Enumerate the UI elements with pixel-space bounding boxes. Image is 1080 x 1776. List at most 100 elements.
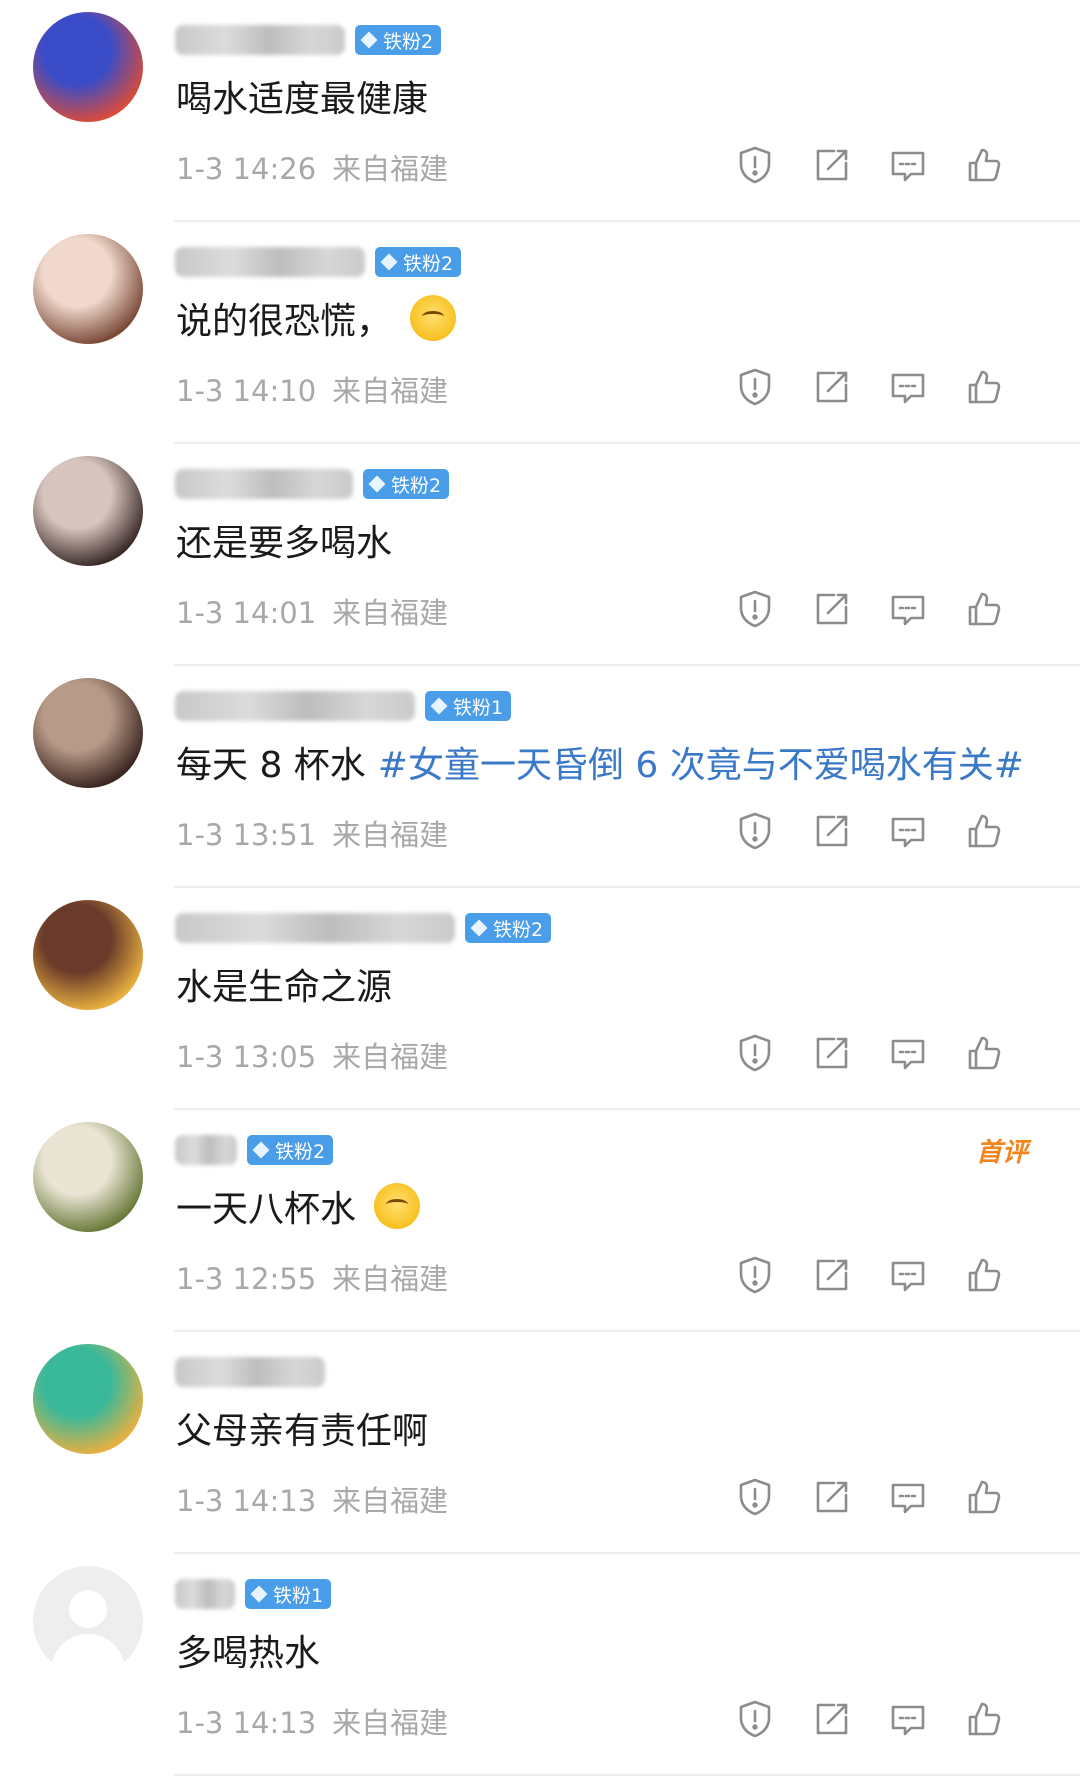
avatar[interactable] [33, 900, 143, 1010]
username-blurred[interactable] [175, 247, 365, 277]
avatar[interactable] [33, 234, 143, 344]
comment-body: 水是生命之源 [176, 967, 393, 1008]
username-blurred[interactable] [175, 913, 455, 943]
reply-icon[interactable] [888, 145, 928, 185]
comment-item: 铁粉2 水是生命之源 1-3 13:05 来自福建 [0, 888, 1080, 1110]
username-blurred[interactable] [175, 691, 415, 721]
username-blurred[interactable] [175, 1579, 235, 1609]
comment-actions [735, 589, 1035, 633]
fan-badge: 铁粉2 [375, 247, 462, 277]
fan-badge: 铁粉2 [247, 1135, 334, 1165]
share-icon[interactable] [812, 1699, 852, 1739]
report-icon[interactable] [735, 1699, 775, 1739]
comment-actions [735, 1033, 1035, 1077]
name-row: 铁粉2 [175, 1132, 334, 1168]
avatar-default[interactable] [33, 1566, 143, 1676]
person-body-icon [51, 1634, 125, 1676]
report-icon[interactable] [735, 145, 775, 185]
report-icon[interactable] [735, 589, 775, 629]
report-icon[interactable] [735, 1033, 775, 1073]
comment-body: 父母亲有责任啊 [176, 1411, 429, 1452]
like-icon[interactable] [964, 1255, 1004, 1295]
name-row: 铁粉2 [175, 244, 462, 280]
comment-meta: 1-3 14:26 来自福建 [176, 146, 448, 188]
share-icon[interactable] [812, 811, 852, 851]
comment-list: 铁粉2 喝水适度最健康 1-3 14:26 来自福建 铁粉2 说的很恐慌， 1-3… [0, 0, 1080, 1776]
reply-icon[interactable] [888, 811, 928, 851]
username-blurred[interactable] [175, 1357, 325, 1387]
comment-item: 铁粉1 多喝热水 1-3 14:13 来自福建 [0, 1554, 1080, 1776]
report-icon[interactable] [735, 811, 775, 851]
comment-time: 1-3 13:51 [176, 818, 317, 852]
comment-item: 铁粉2 首评 一天八杯水 1-3 12:55 来自福建 [0, 1110, 1080, 1332]
like-icon[interactable] [964, 1033, 1004, 1073]
share-icon[interactable] [812, 145, 852, 185]
comment-actions [735, 145, 1035, 189]
name-row: 铁粉1 [175, 1576, 332, 1612]
comment-meta: 1-3 12:55 来自福建 [176, 1256, 448, 1298]
diamond-icon [380, 253, 398, 271]
share-icon[interactable] [812, 589, 852, 629]
comment-text: 说的很恐慌， [176, 292, 457, 344]
share-icon[interactable] [812, 1477, 852, 1517]
comment-body: 每天 8 杯水 [176, 745, 366, 786]
avatar[interactable] [33, 1344, 143, 1454]
report-icon[interactable] [735, 1255, 775, 1295]
share-icon[interactable] [812, 367, 852, 407]
comment-text: 每天 8 杯水 #女童一天昏倒 6 次竟与不爱喝水有关# [176, 736, 1024, 788]
topic-link[interactable]: #女童一天昏倒 6 次竟与不爱喝水有关# [378, 736, 1024, 788]
reply-icon[interactable] [888, 1255, 928, 1295]
comment-meta: 1-3 13:05 来自福建 [176, 1034, 448, 1076]
like-icon[interactable] [964, 367, 1004, 407]
reply-icon[interactable] [888, 1477, 928, 1517]
comment-actions [735, 811, 1035, 855]
diamond-icon [368, 475, 386, 493]
comment-actions [735, 1255, 1035, 1299]
first-comment-badge: 首评 [975, 1138, 1028, 1168]
comment-item: 铁粉2 喝水适度最健康 1-3 14:26 来自福建 [0, 0, 1080, 222]
comment-text: 喝水适度最健康 [176, 70, 428, 122]
comment-body: 说的很恐慌， [176, 301, 393, 342]
report-icon[interactable] [735, 1477, 775, 1517]
comment-location: 来自福建 [332, 1262, 449, 1296]
report-icon[interactable] [735, 367, 775, 407]
comment-item: 父母亲有责任啊 1-3 14:13 来自福建 [0, 1332, 1080, 1554]
avatar[interactable] [33, 1122, 143, 1232]
comment-meta: 1-3 14:13 来自福建 [176, 1478, 448, 1520]
like-icon[interactable] [964, 1477, 1004, 1517]
fan-badge: 铁粉2 [465, 913, 552, 943]
avatar[interactable] [33, 456, 143, 566]
diamond-icon [360, 31, 378, 49]
comment-actions [735, 1699, 1035, 1743]
reply-icon[interactable] [888, 367, 928, 407]
comment-actions [735, 1477, 1035, 1521]
reply-icon[interactable] [888, 1699, 928, 1739]
share-icon[interactable] [812, 1033, 852, 1073]
comment-item: 铁粉1 每天 8 杯水 #女童一天昏倒 6 次竟与不爱喝水有关# 1-3 13:5… [0, 666, 1080, 888]
comment-time: 1-3 14:10 [176, 374, 317, 408]
avatar[interactable] [33, 678, 143, 788]
username-blurred[interactable] [175, 25, 345, 55]
comment-meta: 1-3 13:51 来自福建 [176, 812, 448, 854]
reply-icon[interactable] [888, 1033, 928, 1073]
comment-item: 铁粉2 说的很恐慌， 1-3 14:10 来自福建 [0, 222, 1080, 444]
comment-location: 来自福建 [332, 818, 449, 852]
like-icon[interactable] [964, 589, 1004, 629]
name-row: 铁粉2 [175, 466, 450, 502]
diamond-icon [252, 1141, 270, 1159]
diamond-icon [430, 697, 448, 715]
share-icon[interactable] [812, 1255, 852, 1295]
comment-time: 1-3 14:01 [176, 596, 317, 630]
comment-location: 来自福建 [332, 1040, 449, 1074]
like-icon[interactable] [964, 1699, 1004, 1739]
fan-badge: 铁粉1 [245, 1579, 332, 1609]
person-head-icon [69, 1590, 107, 1628]
like-icon[interactable] [964, 811, 1004, 851]
comment-body: 喝水适度最健康 [176, 79, 429, 120]
username-blurred[interactable] [175, 1135, 237, 1165]
username-blurred[interactable] [175, 469, 353, 499]
like-icon[interactable] [964, 145, 1004, 185]
avatar[interactable] [33, 12, 143, 122]
comment-text: 水是生命之源 [176, 958, 392, 1010]
reply-icon[interactable] [888, 589, 928, 629]
